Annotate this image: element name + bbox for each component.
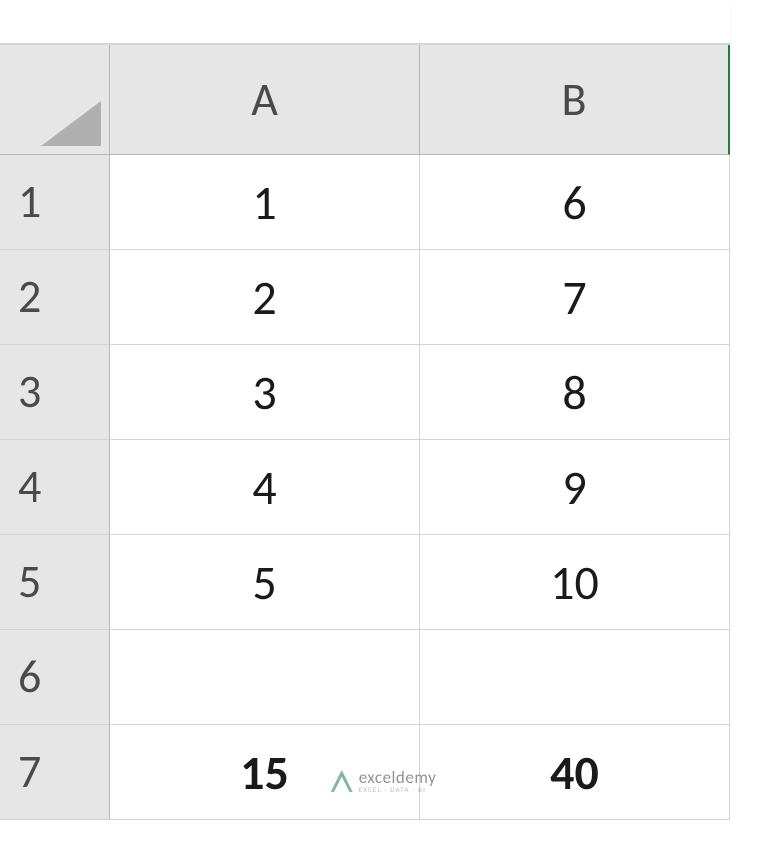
cell-a1[interactable]: 1	[110, 155, 420, 250]
spreadsheet-grid: A B 1 1 6 2 2 7 3 3 8 4 4 9 5 5 10 6 7 1…	[0, 0, 767, 820]
cell-a3[interactable]: 3	[110, 345, 420, 440]
row-header-5[interactable]: 5	[0, 535, 110, 630]
row-header-4[interactable]: 4	[0, 440, 110, 535]
cell-b4[interactable]: 9	[420, 440, 730, 535]
row-header-3[interactable]: 3	[0, 345, 110, 440]
cell-b5[interactable]: 10	[420, 535, 730, 630]
cell-a2[interactable]: 2	[110, 250, 420, 345]
cell-b1[interactable]: 6	[420, 155, 730, 250]
row-header-7[interactable]: 7	[0, 725, 110, 820]
row-header-2[interactable]: 2	[0, 250, 110, 345]
cell-b3[interactable]: 8	[420, 345, 730, 440]
cell-a7[interactable]: 15	[110, 725, 420, 820]
column-header-b[interactable]: B	[420, 45, 730, 155]
cell-a5[interactable]: 5	[110, 535, 420, 630]
row-header-1[interactable]: 1	[0, 155, 110, 250]
cell-b2[interactable]: 7	[420, 250, 730, 345]
formula-bar-area	[0, 0, 730, 45]
cell-b7[interactable]: 40	[420, 725, 730, 820]
cell-a6[interactable]	[110, 630, 420, 725]
cell-b6[interactable]	[420, 630, 730, 725]
cell-a4[interactable]: 4	[110, 440, 420, 535]
row-header-6[interactable]: 6	[0, 630, 110, 725]
column-header-a[interactable]: A	[110, 45, 420, 155]
select-all-corner[interactable]	[0, 45, 110, 155]
